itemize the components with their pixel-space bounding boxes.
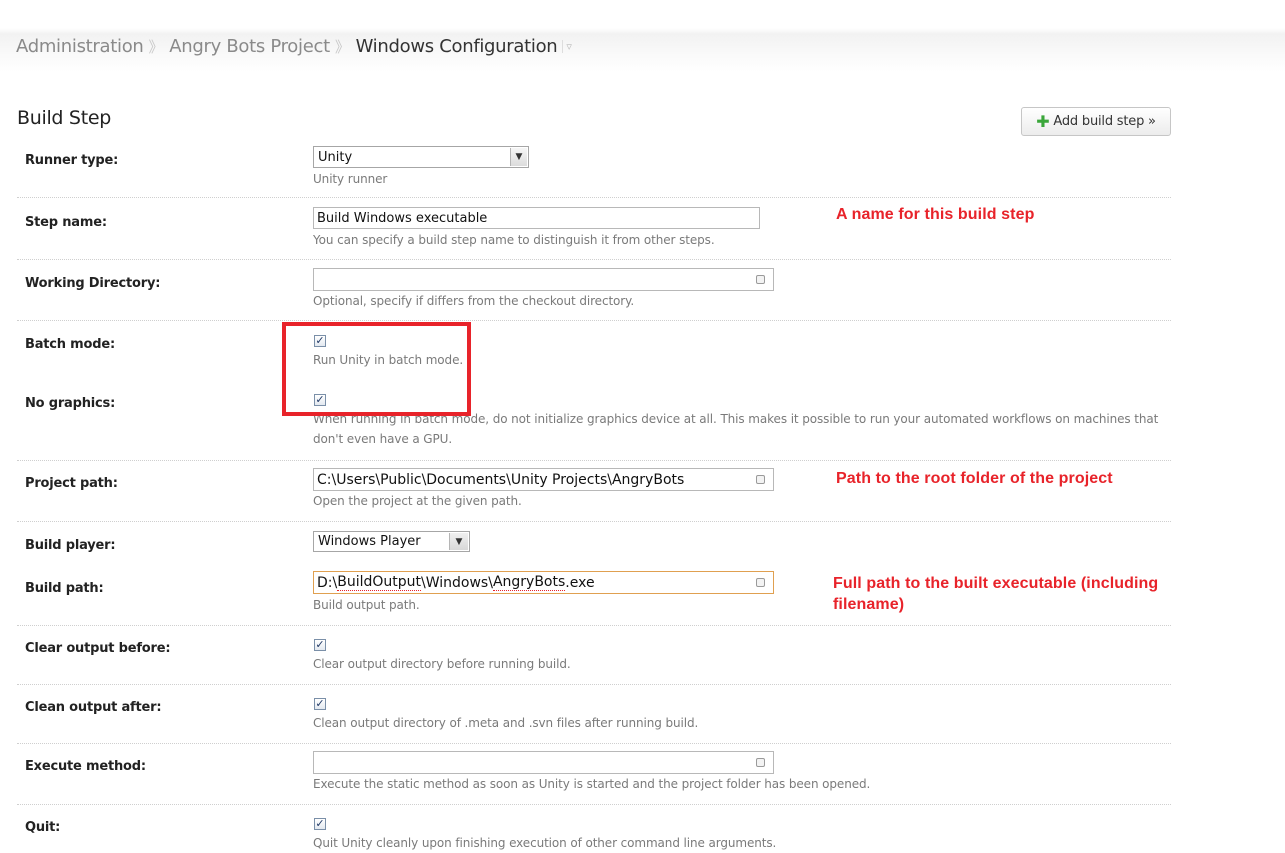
row-no-graphics: No graphics: ✓ When running in batch mod… [17, 380, 1171, 461]
runner-type-value: Unity [318, 149, 353, 165]
batch-mode-label: Batch mode: [25, 337, 115, 352]
annotation-project-path: Path to the root folder of the project [836, 470, 1113, 487]
step-name-input[interactable]: Build Windows executable [313, 207, 760, 229]
execute-method-label: Execute method: [25, 759, 146, 774]
project-path-hint: Open the project at the given path. [313, 494, 522, 508]
execute-method-hint: Execute the static method as soon as Uni… [313, 777, 871, 791]
build-player-value: Windows Player [318, 534, 421, 549]
working-directory-label: Working Directory: [25, 276, 161, 291]
no-graphics-label: No graphics: [25, 396, 116, 411]
row-quit: Quit: ✓ Quit Unity cleanly upon finishin… [17, 805, 1171, 851]
project-path-input[interactable]: C:\Users\Public\Documents\Unity Projects… [313, 468, 774, 491]
row-batch-mode: Batch mode: ✓ Run Unity in batch mode. [17, 321, 1171, 379]
build-path-hint: Build output path. [313, 598, 420, 612]
build-path-prefix: D:\ [317, 574, 338, 591]
chevron-down-icon: ▼ [510, 148, 527, 166]
working-directory-input[interactable] [313, 268, 774, 291]
row-clear-output-before: Clear output before: ✓ Clear output dire… [17, 626, 1171, 685]
build-player-label: Build player: [25, 538, 116, 553]
breadcrumb-dropdown-icon[interactable]: ▿ [562, 39, 572, 53]
field-chooser-icon[interactable] [756, 274, 765, 284]
build-path-mid: \Windows\ [421, 574, 493, 591]
runner-type-hint: Unity runner [313, 172, 388, 186]
runner-type-label: Runner type: [25, 153, 119, 168]
section-title: Build Step [17, 107, 111, 129]
highlight-box [282, 322, 471, 416]
row-execute-method: Execute method: Execute the static metho… [17, 744, 1171, 805]
chevron-down-icon: ▼ [449, 533, 468, 550]
step-name-value: Build Windows executable [317, 210, 488, 226]
step-name-hint: You can specify a build step name to dis… [313, 233, 715, 247]
breadcrumb-administration[interactable]: Administration [16, 36, 144, 57]
row-clean-output-after: Clean output after: ✓ Clean output direc… [17, 685, 1171, 744]
breadcrumb-angry-bots-project[interactable]: Angry Bots Project [169, 36, 330, 57]
row-runner-type: Runner type: Unity ▼ Unity runner [17, 141, 1171, 198]
breadcrumb-current: Windows Configuration [355, 35, 558, 57]
quit-hint: Quit Unity cleanly upon finishing execut… [313, 836, 777, 850]
clean-output-after-checkbox[interactable]: ✓ [314, 698, 326, 710]
clear-output-before-hint: Clear output directory before running bu… [313, 657, 571, 671]
build-path-word-angrybots: AngryBots [492, 574, 566, 591]
row-working-directory: Working Directory: Optional, specify if … [17, 260, 1171, 321]
working-directory-hint: Optional, specify if differs from the ch… [313, 294, 635, 308]
clean-output-after-label: Clean output after: [25, 700, 162, 715]
build-path-input[interactable]: D:\ BuildOutput \Windows\ AngryBots .exe [313, 571, 774, 594]
clear-output-before-checkbox[interactable]: ✓ [314, 639, 326, 651]
quit-label: Quit: [25, 820, 61, 835]
project-path-label: Project path: [25, 476, 118, 491]
field-chooser-icon[interactable] [756, 757, 765, 767]
runner-type-select[interactable]: Unity ▼ [313, 146, 529, 168]
row-build-player: Build player: Windows Player ▼ [17, 522, 1171, 565]
quit-checkbox[interactable]: ✓ [314, 818, 326, 830]
build-path-label: Build path: [25, 581, 104, 596]
build-player-select[interactable]: Windows Player ▼ [313, 531, 470, 552]
build-path-word-output: BuildOutput [337, 574, 421, 591]
annotation-step-name: A name for this build step [836, 206, 1035, 223]
clear-output-before-label: Clear output before: [25, 641, 171, 656]
breadcrumb-separator-icon: 》 [148, 37, 164, 56]
clean-output-after-hint: Clean output directory of .meta and .svn… [313, 716, 699, 730]
field-chooser-icon[interactable] [756, 474, 765, 484]
step-name-label: Step name: [25, 215, 107, 230]
project-path-value: C:\Users\Public\Documents\Unity Projects… [317, 471, 685, 488]
build-path-suffix: .exe [565, 574, 595, 591]
field-chooser-icon[interactable] [756, 577, 765, 587]
execute-method-input[interactable] [313, 751, 774, 774]
breadcrumb: Administration 》 Angry Bots Project 》 Window… [16, 35, 572, 59]
breadcrumb-separator-icon: 》 [334, 37, 350, 56]
plus-icon: ✚ [1036, 111, 1050, 131]
add-build-step-label: Add build step » [1053, 114, 1156, 129]
annotation-build-path: Full path to the built executable (inclu… [833, 575, 1159, 613]
add-build-step-button[interactable]: ✚ Add build step » [1021, 107, 1171, 136]
